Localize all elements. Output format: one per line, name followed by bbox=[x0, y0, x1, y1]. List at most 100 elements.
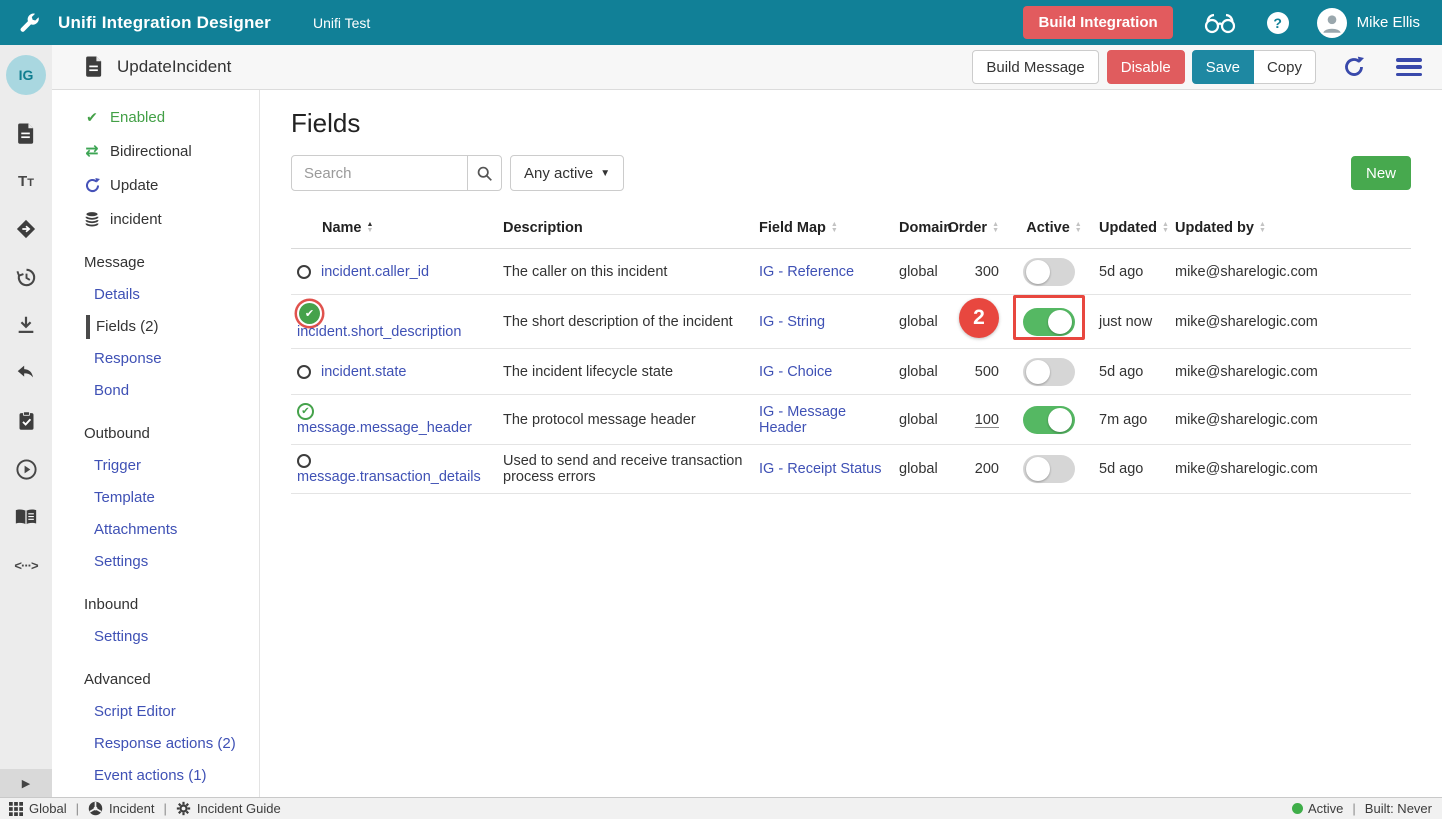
column-header-updated[interactable]: Updated▲▼ bbox=[1099, 220, 1175, 236]
copy-button[interactable]: Copy bbox=[1254, 50, 1316, 84]
field-name-link[interactable]: incident.short_description bbox=[297, 324, 461, 340]
order-cell: 100 bbox=[963, 404, 1009, 436]
download-icon[interactable] bbox=[14, 313, 38, 337]
active-toggle[interactable] bbox=[1023, 455, 1075, 483]
column-header-active[interactable]: Active▲▼ bbox=[1009, 220, 1099, 236]
sidebar-nav: ✔Enabled⇄BidirectionalUpdateincidentMess… bbox=[52, 90, 260, 797]
field-name-link[interactable]: incident.caller_id bbox=[321, 264, 429, 280]
statusbar-item-global[interactable]: Global bbox=[8, 801, 67, 816]
column-header-order[interactable]: Order▲▼ bbox=[963, 220, 1009, 236]
order-cell: 300 bbox=[963, 256, 1009, 288]
name-cell: message.transaction_details bbox=[291, 445, 503, 493]
separator: | bbox=[76, 801, 79, 816]
fields-table: Name▲▼DescriptionField Map▲▼Domain▲▼Orde… bbox=[291, 207, 1411, 494]
sidebar-item-settings[interactable]: Settings bbox=[94, 628, 259, 645]
active-toggle[interactable] bbox=[1023, 308, 1075, 336]
updated-cell: 7m ago bbox=[1099, 404, 1175, 436]
app-title: Unifi Integration Designer bbox=[58, 13, 271, 33]
column-header-description[interactable]: Description bbox=[503, 220, 759, 236]
refresh-icon bbox=[82, 177, 102, 194]
page-title: Fields bbox=[291, 108, 1411, 139]
sidebar-section-title: Message bbox=[84, 254, 259, 271]
column-header-name[interactable]: Name▲▼ bbox=[291, 220, 503, 236]
updated-by-cell: mike@sharelogic.com bbox=[1175, 453, 1411, 485]
play-circle-icon[interactable] bbox=[14, 457, 38, 481]
expand-rail-button[interactable]: ▶ bbox=[0, 769, 52, 797]
sidebar-status-label: Bidirectional bbox=[110, 143, 192, 160]
sidebar-item-attachments[interactable]: Attachments bbox=[94, 521, 259, 538]
name-cell: incident.state bbox=[291, 356, 503, 388]
build-message-button[interactable]: Build Message bbox=[972, 50, 1098, 84]
typography-icon[interactable]: TT bbox=[14, 169, 38, 193]
sidebar-item-response-actions-2[interactable]: Response actions (2) bbox=[94, 735, 259, 752]
file-text-icon[interactable] bbox=[14, 121, 38, 145]
sidebar-item-fields-2[interactable]: Fields (2) bbox=[86, 318, 259, 335]
menu-icon[interactable] bbox=[1396, 58, 1422, 76]
sort-icon: ▲▼ bbox=[1162, 222, 1169, 234]
help-icon[interactable]: ? bbox=[1267, 12, 1289, 34]
field-name-link[interactable]: message.transaction_details bbox=[297, 469, 481, 485]
sidebar-status-label: incident bbox=[110, 211, 162, 228]
sidebar-item-details[interactable]: Details bbox=[94, 286, 259, 303]
active-cell bbox=[1009, 300, 1099, 344]
search-button[interactable] bbox=[467, 155, 502, 191]
updated-by-cell: mike@sharelogic.com bbox=[1175, 356, 1411, 388]
active-filter-dropdown[interactable]: Any active ▼ bbox=[510, 155, 624, 191]
disable-button[interactable]: Disable bbox=[1107, 50, 1185, 84]
sidebar-item-response[interactable]: Response bbox=[94, 350, 259, 367]
domain-cell: global bbox=[899, 453, 963, 485]
preview-glasses-icon[interactable] bbox=[1203, 11, 1237, 35]
sidebar-item-script-editor[interactable]: Script Editor bbox=[94, 703, 259, 720]
refresh-icon[interactable] bbox=[1342, 55, 1366, 79]
sidebar-item-event-actions-1[interactable]: Event actions (1) bbox=[94, 767, 259, 784]
domain-cell: global bbox=[899, 356, 963, 388]
field-map-cell: IG - Reference bbox=[759, 256, 899, 288]
field-name-link[interactable]: message.message_header bbox=[297, 420, 472, 436]
book-open-icon[interactable] bbox=[14, 505, 38, 529]
user-avatar[interactable] bbox=[1317, 8, 1347, 38]
name-cell: ✔message.message_header bbox=[291, 395, 503, 444]
active-toggle[interactable] bbox=[1023, 258, 1075, 286]
save-button[interactable]: Save bbox=[1192, 50, 1254, 84]
build-integration-button[interactable]: Build Integration bbox=[1023, 6, 1172, 39]
statusbar-item-incident-guide[interactable]: Incident Guide bbox=[176, 801, 281, 816]
field-map-link[interactable]: IG - String bbox=[759, 314, 825, 330]
active-status-dot bbox=[1292, 803, 1303, 814]
domain-cell: global bbox=[899, 256, 963, 288]
user-name[interactable]: Mike Ellis bbox=[1357, 14, 1420, 31]
table-header-row: Name▲▼DescriptionField Map▲▼Domain▲▼Orde… bbox=[291, 207, 1411, 249]
circle-icon bbox=[297, 454, 311, 468]
order-cell: 500 bbox=[963, 356, 1009, 388]
description-cell: Used to send and receive transaction pro… bbox=[503, 445, 759, 493]
active-toggle[interactable] bbox=[1023, 358, 1075, 386]
table-row: incident.state The incident lifecycle sta… bbox=[291, 349, 1411, 395]
active-toggle[interactable] bbox=[1023, 406, 1075, 434]
table-row: ✔incident.short_descriptionThe short des… bbox=[291, 295, 1411, 349]
code-icon[interactable]: <···> bbox=[14, 553, 38, 577]
statusbar-item-incident[interactable]: Incident bbox=[88, 801, 155, 816]
updated-by-cell: mike@sharelogic.com bbox=[1175, 256, 1411, 288]
sidebar-item-template[interactable]: Template bbox=[94, 489, 259, 506]
column-header-updated-by[interactable]: Updated by▲▼ bbox=[1175, 220, 1411, 236]
reply-icon[interactable] bbox=[14, 361, 38, 385]
new-button[interactable]: New bbox=[1351, 156, 1411, 190]
field-map-link[interactable]: IG - Choice bbox=[759, 364, 832, 380]
sidebar-item-trigger[interactable]: Trigger bbox=[94, 457, 259, 474]
search-input[interactable] bbox=[291, 155, 468, 191]
field-map-link[interactable]: IG - Reference bbox=[759, 264, 854, 280]
active-cell bbox=[1009, 250, 1099, 294]
column-header-field-map[interactable]: Field Map▲▼ bbox=[759, 220, 899, 236]
directions-icon[interactable] bbox=[14, 217, 38, 241]
field-map-link[interactable]: IG - Message Header bbox=[759, 404, 846, 436]
integration-avatar[interactable]: IG bbox=[6, 55, 46, 95]
field-name-link[interactable]: incident.state bbox=[321, 364, 406, 380]
description-cell: The incident lifecycle state bbox=[503, 356, 759, 388]
sidebar-item-settings[interactable]: Settings bbox=[94, 553, 259, 570]
history-icon[interactable] bbox=[14, 265, 38, 289]
annotation-step-badge: 2 bbox=[959, 298, 999, 338]
sort-icon: ▲▼ bbox=[831, 222, 838, 234]
field-map-link[interactable]: IG - Receipt Status bbox=[759, 461, 882, 477]
table-row: incident.caller_idThe caller on this inc… bbox=[291, 249, 1411, 295]
tasks-icon[interactable] bbox=[14, 409, 38, 433]
sidebar-item-bond[interactable]: Bond bbox=[94, 382, 259, 399]
